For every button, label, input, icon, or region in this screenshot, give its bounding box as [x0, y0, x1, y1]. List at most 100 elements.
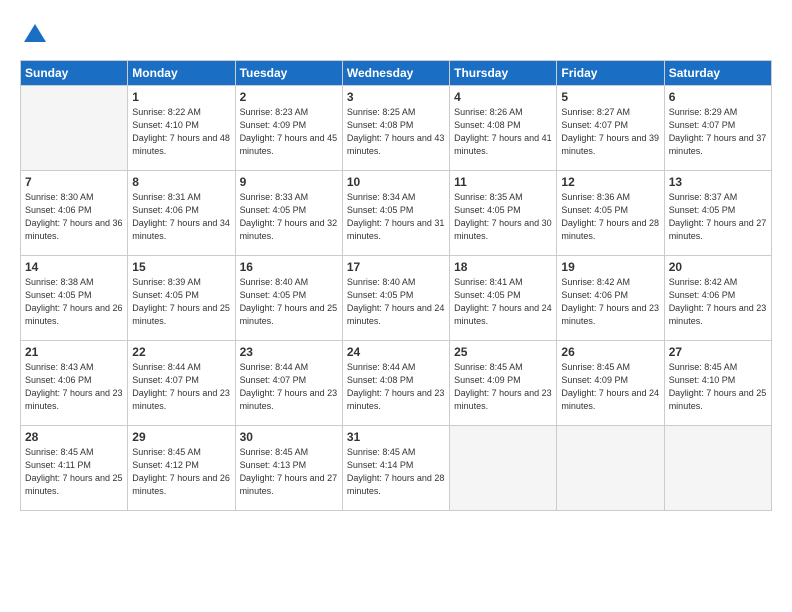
day-info: Sunrise: 8:45 AMSunset: 4:12 PMDaylight:… — [132, 446, 230, 498]
weekday-header-tuesday: Tuesday — [235, 61, 342, 86]
day-number: 14 — [25, 260, 123, 274]
day-cell: 12 Sunrise: 8:36 AMSunset: 4:05 PMDayligh… — [557, 171, 664, 256]
day-number: 23 — [240, 345, 338, 359]
day-cell: 26Sunrise: 8:45 AMSunset: 4:09 PMDayligh… — [557, 341, 664, 426]
day-cell: 23 Sunrise: 8:44 AMSunset: 4:07 PMDayligh… — [235, 341, 342, 426]
day-number: 28 — [25, 430, 123, 444]
header — [20, 16, 772, 50]
day-info: Sunrise: 8:44 AMSunset: 4:07 PMDaylight:… — [240, 361, 338, 413]
day-info: Sunrise: 8:35 AMSunset: 4:05 PMDaylight:… — [454, 191, 552, 243]
day-number: 31 — [347, 430, 445, 444]
day-info: Sunrise: 8:45 AMSunset: 4:10 PMDaylight:… — [669, 361, 767, 413]
day-cell — [557, 426, 664, 511]
day-number: 17 — [347, 260, 445, 274]
day-info: Sunrise: 8:45 AMSunset: 4:09 PMDaylight:… — [454, 361, 552, 413]
day-info: Sunrise: 8:26 AMSunset: 4:08 PMDaylight:… — [454, 106, 552, 158]
day-number: 16 — [240, 260, 338, 274]
week-row-2: 14 Sunrise: 8:38 AMSunset: 4:05 PMDayligh… — [21, 256, 772, 341]
day-info: Sunrise: 8:41 AMSunset: 4:05 PMDaylight:… — [454, 276, 552, 328]
weekday-header-friday: Friday — [557, 61, 664, 86]
day-info: Sunrise: 8:45 AMSunset: 4:14 PMDaylight:… — [347, 446, 445, 498]
day-info: Sunrise: 8:43 AMSunset: 4:06 PMDaylight:… — [25, 361, 123, 413]
day-number: 19 — [561, 260, 659, 274]
day-number: 13 — [669, 175, 767, 189]
day-number: 9 — [240, 175, 338, 189]
day-info: Sunrise: 8:42 AMSunset: 4:06 PMDaylight:… — [561, 276, 659, 328]
weekday-header-row: SundayMondayTuesdayWednesdayThursdayFrid… — [21, 61, 772, 86]
day-cell: 25 Sunrise: 8:45 AMSunset: 4:09 PMDayligh… — [450, 341, 557, 426]
day-info: Sunrise: 8:44 AMSunset: 4:08 PMDaylight:… — [347, 361, 445, 413]
day-cell: 13 Sunrise: 8:37 AMSunset: 4:05 PMDayligh… — [664, 171, 771, 256]
page: SundayMondayTuesdayWednesdayThursdayFrid… — [0, 0, 792, 612]
day-info: Sunrise: 8:36 AMSunset: 4:05 PMDaylight:… — [561, 191, 659, 243]
day-number: 29 — [132, 430, 230, 444]
day-info: Sunrise: 8:40 AMSunset: 4:05 PMDaylight:… — [347, 276, 445, 328]
day-cell: 9 Sunrise: 8:33 AMSunset: 4:05 PMDaylight… — [235, 171, 342, 256]
day-number: 5 — [561, 90, 659, 104]
day-info: Sunrise: 8:25 AMSunset: 4:08 PMDaylight:… — [347, 106, 445, 158]
day-cell: 11 Sunrise: 8:35 AMSunset: 4:05 PMDayligh… — [450, 171, 557, 256]
day-number: 25 — [454, 345, 552, 359]
day-cell: 21 Sunrise: 8:43 AMSunset: 4:06 PMDayligh… — [21, 341, 128, 426]
week-row-1: 7 Sunrise: 8:30 AMSunset: 4:06 PMDaylight… — [21, 171, 772, 256]
day-cell — [21, 86, 128, 171]
day-number: 18 — [454, 260, 552, 274]
day-number: 26 — [561, 345, 659, 359]
day-number: 15 — [132, 260, 230, 274]
day-cell: 10 Sunrise: 8:34 AMSunset: 4:05 PMDayligh… — [342, 171, 449, 256]
day-info: Sunrise: 8:33 AMSunset: 4:05 PMDaylight:… — [240, 191, 338, 243]
day-number: 3 — [347, 90, 445, 104]
week-row-4: 28 Sunrise: 8:45 AMSunset: 4:11 PMDayligh… — [21, 426, 772, 511]
day-number: 22 — [132, 345, 230, 359]
day-info: Sunrise: 8:34 AMSunset: 4:05 PMDaylight:… — [347, 191, 445, 243]
day-cell: 16 Sunrise: 8:40 AMSunset: 4:05 PMDayligh… — [235, 256, 342, 341]
day-number: 11 — [454, 175, 552, 189]
day-cell: 14 Sunrise: 8:38 AMSunset: 4:05 PMDayligh… — [21, 256, 128, 341]
day-number: 24 — [347, 345, 445, 359]
day-cell: 8Sunrise: 8:31 AMSunset: 4:06 PMDaylight… — [128, 171, 235, 256]
day-cell: 1 Sunrise: 8:22 AMSunset: 4:10 PMDaylight… — [128, 86, 235, 171]
day-cell: 22 Sunrise: 8:44 AMSunset: 4:07 PMDayligh… — [128, 341, 235, 426]
day-cell: 30Sunrise: 8:45 AMSunset: 4:13 PMDayligh… — [235, 426, 342, 511]
weekday-header-monday: Monday — [128, 61, 235, 86]
day-cell: 17 Sunrise: 8:40 AMSunset: 4:05 PMDayligh… — [342, 256, 449, 341]
day-cell — [664, 426, 771, 511]
day-cell: 28 Sunrise: 8:45 AMSunset: 4:11 PMDayligh… — [21, 426, 128, 511]
day-info: Sunrise: 8:38 AMSunset: 4:05 PMDaylight:… — [25, 276, 123, 328]
day-cell: 18 Sunrise: 8:41 AMSunset: 4:05 PMDayligh… — [450, 256, 557, 341]
day-info: Sunrise: 8:30 AMSunset: 4:06 PMDaylight:… — [25, 191, 123, 243]
day-number: 6 — [669, 90, 767, 104]
day-cell: 27 Sunrise: 8:45 AMSunset: 4:10 PMDayligh… — [664, 341, 771, 426]
day-number: 20 — [669, 260, 767, 274]
day-cell — [450, 426, 557, 511]
day-info: Sunrise: 8:42 AMSunset: 4:06 PMDaylight:… — [669, 276, 767, 328]
day-cell: 7 Sunrise: 8:30 AMSunset: 4:06 PMDaylight… — [21, 171, 128, 256]
calendar: SundayMondayTuesdayWednesdayThursdayFrid… — [20, 60, 772, 511]
day-info: Sunrise: 8:37 AMSunset: 4:05 PMDaylight:… — [669, 191, 767, 243]
day-cell: 20 Sunrise: 8:42 AMSunset: 4:06 PMDayligh… — [664, 256, 771, 341]
day-number: 27 — [669, 345, 767, 359]
day-number: 7 — [25, 175, 123, 189]
day-info: Sunrise: 8:45 AMSunset: 4:11 PMDaylight:… — [25, 446, 123, 498]
day-number: 10 — [347, 175, 445, 189]
logo — [20, 20, 54, 50]
day-info: Sunrise: 8:40 AMSunset: 4:05 PMDaylight:… — [240, 276, 338, 328]
day-number: 1 — [132, 90, 230, 104]
day-info: Sunrise: 8:22 AMSunset: 4:10 PMDaylight:… — [132, 106, 230, 158]
day-number: 12 — [561, 175, 659, 189]
day-number: 4 — [454, 90, 552, 104]
day-info: Sunrise: 8:44 AMSunset: 4:07 PMDaylight:… — [132, 361, 230, 413]
weekday-header-wednesday: Wednesday — [342, 61, 449, 86]
week-row-3: 21 Sunrise: 8:43 AMSunset: 4:06 PMDayligh… — [21, 341, 772, 426]
day-number: 2 — [240, 90, 338, 104]
day-cell: 6Sunrise: 8:29 AMSunset: 4:07 PMDaylight… — [664, 86, 771, 171]
day-cell: 3 Sunrise: 8:25 AMSunset: 4:08 PMDaylight… — [342, 86, 449, 171]
day-info: Sunrise: 8:31 AMSunset: 4:06 PMDaylight:… — [132, 191, 230, 243]
week-row-0: 1 Sunrise: 8:22 AMSunset: 4:10 PMDaylight… — [21, 86, 772, 171]
day-info: Sunrise: 8:27 AMSunset: 4:07 PMDaylight:… — [561, 106, 659, 158]
weekday-header-sunday: Sunday — [21, 61, 128, 86]
day-cell: 5 Sunrise: 8:27 AMSunset: 4:07 PMDaylight… — [557, 86, 664, 171]
logo-icon — [20, 20, 50, 50]
day-number: 21 — [25, 345, 123, 359]
weekday-header-thursday: Thursday — [450, 61, 557, 86]
